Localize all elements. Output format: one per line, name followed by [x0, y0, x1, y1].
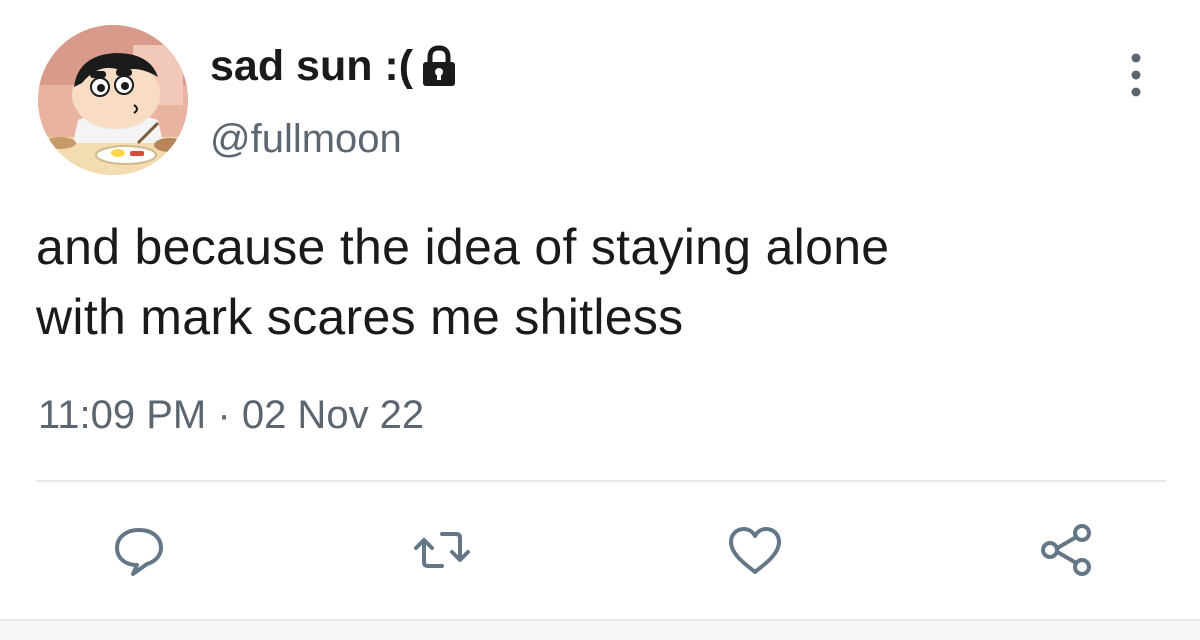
share-icon — [1041, 524, 1091, 576]
tweet-text-line-2: with mark scares me shitless — [36, 289, 684, 345]
tweet-timestamp[interactable]: 11:09 PM · 02 Nov 22 — [38, 393, 424, 438]
display-name-text: sad sun :( — [210, 42, 414, 90]
avatar[interactable] — [38, 25, 188, 175]
cartoon-boy-avatar-icon — [38, 25, 188, 175]
reply-icon — [115, 528, 163, 576]
more-options-icon[interactable] — [1118, 50, 1154, 100]
display-name[interactable]: sad sun :( — [210, 42, 459, 91]
reply-button[interactable] — [107, 520, 171, 580]
like-button[interactable] — [723, 520, 787, 580]
retweet-icon — [414, 532, 470, 568]
tweet-text: and because the idea of staying alone wi… — [36, 212, 1166, 352]
tweet-text-line-1: and because the idea of staying alone — [36, 219, 890, 275]
meta-separator: · — [217, 393, 231, 437]
tweet-time: 11:09 PM — [38, 393, 207, 437]
tweet-bottom-border — [0, 619, 1200, 640]
like-icon — [729, 527, 781, 574]
share-button[interactable] — [1034, 520, 1098, 580]
user-handle[interactable]: @fullmoon — [210, 117, 402, 162]
tweet-card: sad sun :( @fullmoon and because the ide… — [0, 0, 1200, 640]
tweet-date: 02 Nov 22 — [241, 393, 425, 437]
retweet-button[interactable] — [410, 520, 474, 580]
lock-icon — [423, 44, 456, 86]
divider — [36, 480, 1166, 482]
